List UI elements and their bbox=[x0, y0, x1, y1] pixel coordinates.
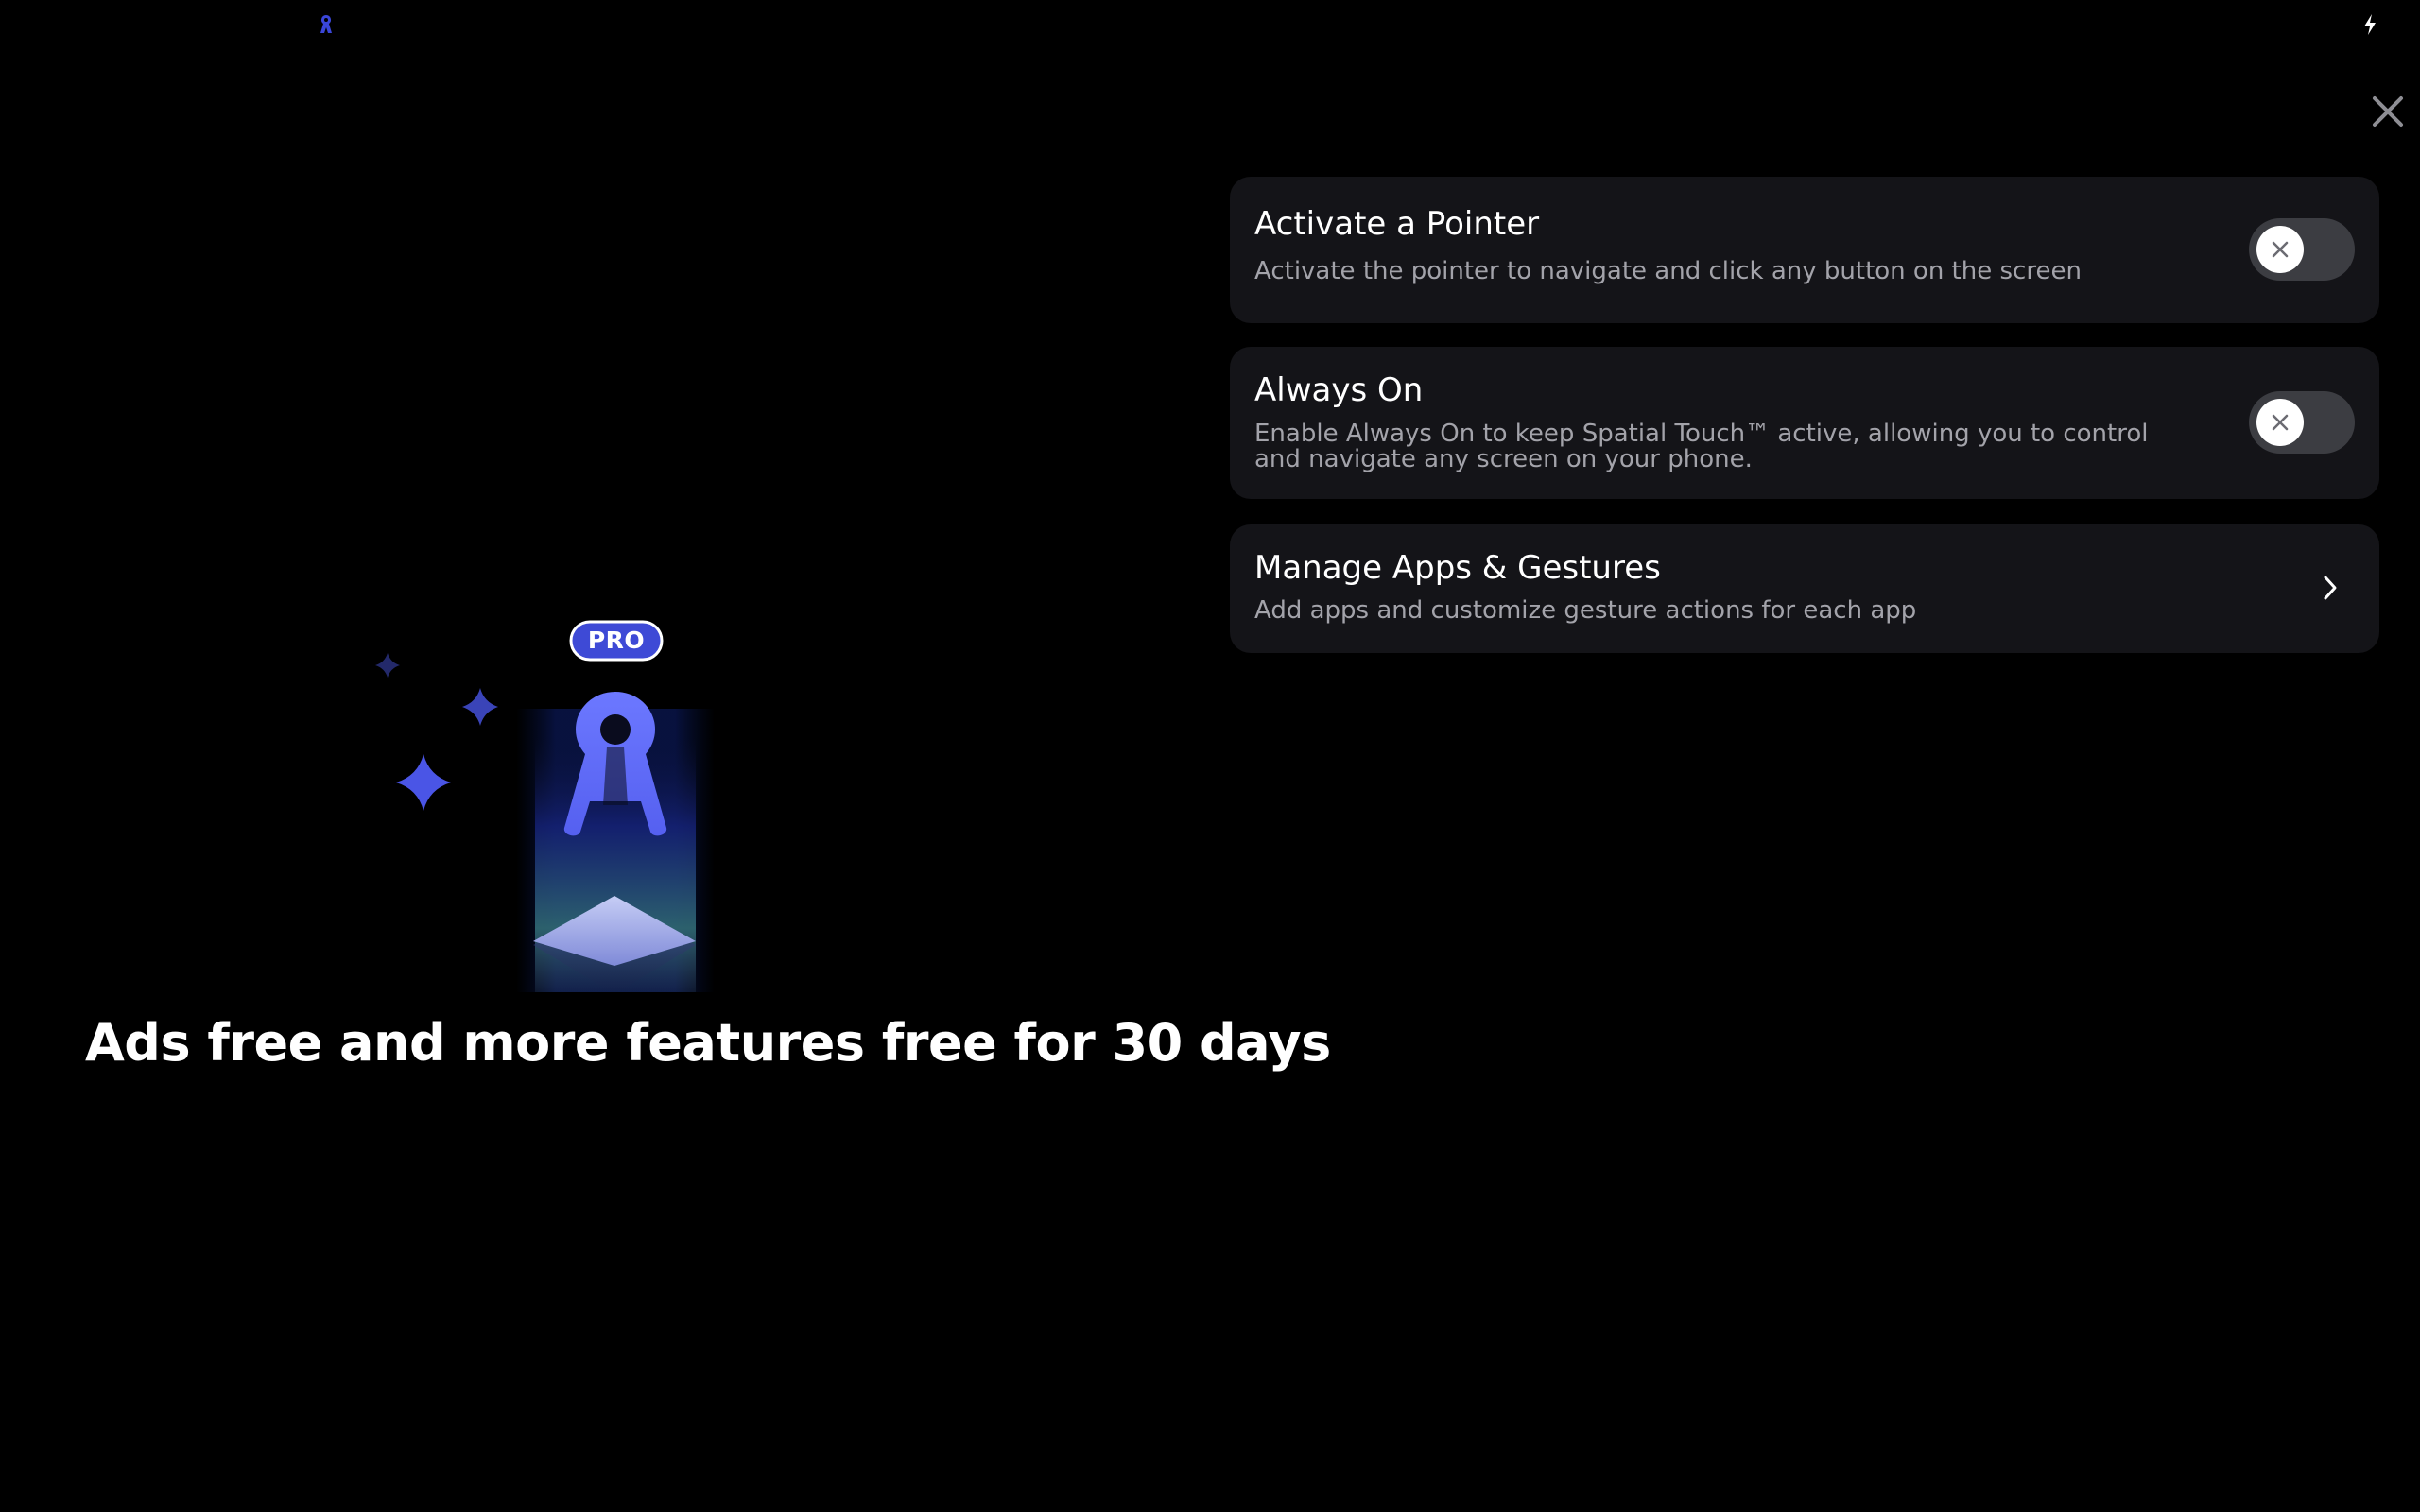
bolt-icon bbox=[2364, 14, 2376, 35]
promo-art bbox=[375, 620, 715, 994]
app-logo-icon bbox=[320, 15, 332, 33]
card-title: Manage Apps & Gestures bbox=[1254, 549, 1661, 587]
settings-card-always-on: Always On Enable Always On to keep Spati… bbox=[1230, 347, 2379, 499]
sparkle-icon bbox=[375, 653, 498, 811]
close-icon bbox=[2272, 241, 2289, 258]
card-title: Activate a Pointer bbox=[1254, 205, 1540, 243]
pro-badge: PRO bbox=[587, 627, 646, 654]
card-description: Add apps and customize gesture actions f… bbox=[1254, 596, 1917, 625]
pointer-toggle[interactable] bbox=[2249, 218, 2355, 281]
card-description: Enable Always On to keep Spatial Touch™ … bbox=[1254, 420, 2149, 473]
card-description: Activate the pointer to navigate and cli… bbox=[1254, 257, 2082, 285]
settings-card-pointer: Activate a Pointer Activate the pointer … bbox=[1230, 177, 2379, 323]
promo-illustration: PRO bbox=[359, 605, 737, 1002]
chevron-right-icon bbox=[2324, 576, 2337, 600]
always-on-toggle[interactable] bbox=[2249, 391, 2355, 454]
card-title: Always On bbox=[1254, 371, 1424, 409]
settings-card-manage-apps[interactable]: Manage Apps & Gestures Add apps and cust… bbox=[1230, 524, 2379, 653]
toggle-knob bbox=[2256, 399, 2304, 446]
toggle-knob bbox=[2256, 226, 2304, 273]
promo-headline: Ads free and more features free for 30 d… bbox=[85, 1013, 1331, 1073]
close-icon bbox=[2373, 96, 2403, 127]
status-bar bbox=[0, 0, 2420, 49]
close-button[interactable] bbox=[2367, 91, 2409, 132]
close-icon bbox=[2272, 414, 2289, 431]
